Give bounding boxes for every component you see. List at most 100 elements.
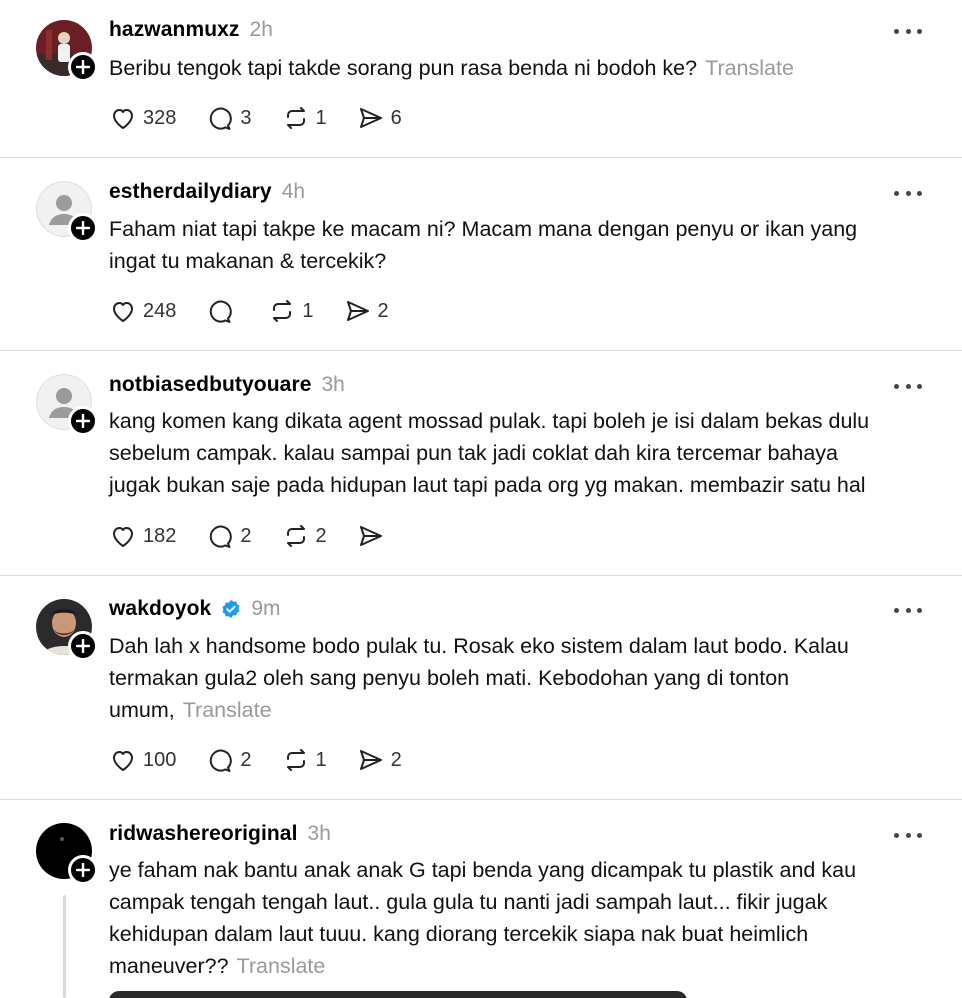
username[interactable]: notbiasedbutyouare: [109, 373, 312, 397]
like-count: 100: [143, 748, 177, 771]
post-header: hazwanmuxz 2h: [109, 18, 273, 42]
reply-button[interactable]: 2: [206, 522, 252, 550]
verified-badge-icon: [222, 600, 240, 618]
like-button[interactable]: 182: [109, 522, 176, 550]
follow-plus-icon[interactable]: [68, 631, 98, 661]
like-count: 248: [143, 299, 177, 322]
post-text: ye faham nak bantu anak anak G tapi bend…: [109, 854, 929, 982]
translate-link[interactable]: Translate: [237, 954, 326, 978]
username[interactable]: hazwanmuxz: [109, 18, 240, 42]
post-text-line: kang komen kang dikata agent mossad pula…: [109, 409, 870, 433]
timestamp: 4h: [281, 180, 306, 203]
post-divider: [0, 157, 962, 158]
username[interactable]: wakdoyok: [109, 597, 211, 621]
repost-icon: [286, 107, 305, 129]
repost-count: 1: [315, 748, 327, 771]
timestamp: 3h: [307, 822, 331, 845]
translate-link[interactable]: Translate: [183, 698, 272, 722]
share-button[interactable]: 2: [357, 746, 402, 774]
like-button[interactable]: 328: [109, 104, 176, 132]
post-header: estherdailydiary 4h: [109, 180, 305, 204]
post-text-line: Beribu tengok tapi takde sorang pun rasa…: [109, 56, 698, 80]
more-options-icon[interactable]: [894, 376, 922, 396]
post-text-line: ye faham nak bantu anak anak G tapi bend…: [109, 858, 857, 882]
send-icon: [359, 108, 382, 128]
post-text-line: kehidupan dalam laut tuuu. kang diorang …: [109, 922, 809, 946]
more-options-icon[interactable]: [894, 600, 922, 620]
send-icon: [359, 526, 382, 546]
reply-count: 3: [240, 106, 252, 129]
repost-button[interactable]: 2: [282, 522, 327, 550]
like-count: 182: [143, 524, 177, 547]
share-button[interactable]: 2: [344, 297, 389, 325]
post-header: ridwashereoriginal 3h: [109, 822, 331, 846]
reply-button[interactable]: 3: [206, 104, 252, 132]
repost-button[interactable]: 1: [268, 297, 314, 325]
follow-plus-icon[interactable]: [68, 406, 98, 436]
send-icon: [346, 301, 369, 321]
share-count: 2: [377, 299, 389, 322]
post-header: notbiasedbutyouare 3h: [109, 373, 345, 397]
send-icon: [359, 750, 382, 770]
post-text-line: maneuver??: [109, 954, 229, 978]
reply-button[interactable]: [206, 297, 234, 325]
reply-count: 2: [240, 748, 252, 771]
username[interactable]: estherdailydiary: [109, 180, 272, 204]
heart-icon: [113, 302, 133, 322]
post-text-line: Faham niat tapi takpe ke macam ni? Macam…: [109, 217, 858, 241]
avatar[interactable]: [36, 823, 98, 885]
post-text: kang komen kang dikata agent mossad pula…: [109, 405, 929, 501]
threads-feed: hazwanmuxz 2h Beribu tengok tapi takde s…: [0, 0, 962, 998]
more-options-icon[interactable]: [894, 825, 922, 845]
avatar[interactable]: [36, 20, 98, 82]
repost-button[interactable]: 1: [282, 746, 327, 774]
like-button[interactable]: 100: [109, 746, 176, 774]
reply-button[interactable]: 2: [206, 746, 252, 774]
translate-link[interactable]: Translate: [705, 56, 794, 80]
post-header: wakdoyok 9m: [109, 597, 281, 621]
post-media[interactable]: [109, 991, 687, 998]
more-options-icon[interactable]: [894, 183, 922, 203]
follow-plus-icon[interactable]: [68, 213, 98, 243]
share-button[interactable]: [357, 522, 385, 550]
post-text: Faham niat tapi takpe ke macam ni? Macam…: [109, 213, 929, 277]
follow-plus-icon[interactable]: [68, 52, 98, 82]
timestamp: 3h: [321, 373, 345, 396]
comment-icon: [210, 749, 233, 772]
post-actions: 100 2 1 2: [109, 746, 432, 774]
avatar[interactable]: [36, 599, 98, 661]
timestamp: 9m: [251, 597, 281, 620]
post-text-line: Dah lah x handsome bodo pulak tu. Rosak …: [109, 634, 849, 658]
avatar[interactable]: [36, 181, 98, 243]
post-text-line: campak tengah tengah laut.. gula gula tu…: [109, 890, 828, 914]
post-text-line: termakan gula2 oleh sang penyu boleh mat…: [109, 666, 790, 690]
post-text: Dah lah x handsome bodo pulak tu. Rosak …: [109, 630, 929, 726]
comment-icon: [210, 107, 233, 130]
repost-count: 2: [315, 524, 327, 547]
post-text-line: ingat tu makanan & tercekik?: [109, 249, 387, 273]
avatar[interactable]: [36, 374, 98, 436]
post-text: Beribu tengok tapi takde sorang pun rasa…: [109, 52, 929, 84]
like-button[interactable]: 248: [109, 297, 176, 325]
repost-icon: [286, 525, 305, 547]
thread-line: [63, 895, 66, 998]
share-button[interactable]: 6: [357, 104, 402, 132]
repost-button[interactable]: 1: [282, 104, 327, 132]
post-actions: 248 1 2: [109, 297, 419, 325]
post-text-line: sebelum campak. kalau sampai pun tak jad…: [109, 441, 838, 465]
follow-plus-icon[interactable]: [68, 855, 98, 885]
post-text-line: jugak bukan saje pada hidupan laut tapi …: [109, 473, 866, 497]
username[interactable]: ridwashereoriginal: [109, 822, 298, 846]
heart-icon: [113, 109, 133, 129]
repost-count: 1: [302, 299, 314, 322]
comment-icon: [210, 525, 233, 548]
post-divider: [0, 350, 962, 351]
timestamp: 2h: [249, 18, 273, 41]
repost-icon: [273, 300, 292, 322]
repost-count: 1: [315, 106, 327, 129]
more-options-icon[interactable]: [894, 21, 922, 41]
post-divider: [0, 799, 962, 800]
comment-icon: [210, 300, 233, 323]
heart-icon: [113, 751, 133, 771]
post-actions: 328 3 1 6: [109, 104, 432, 132]
